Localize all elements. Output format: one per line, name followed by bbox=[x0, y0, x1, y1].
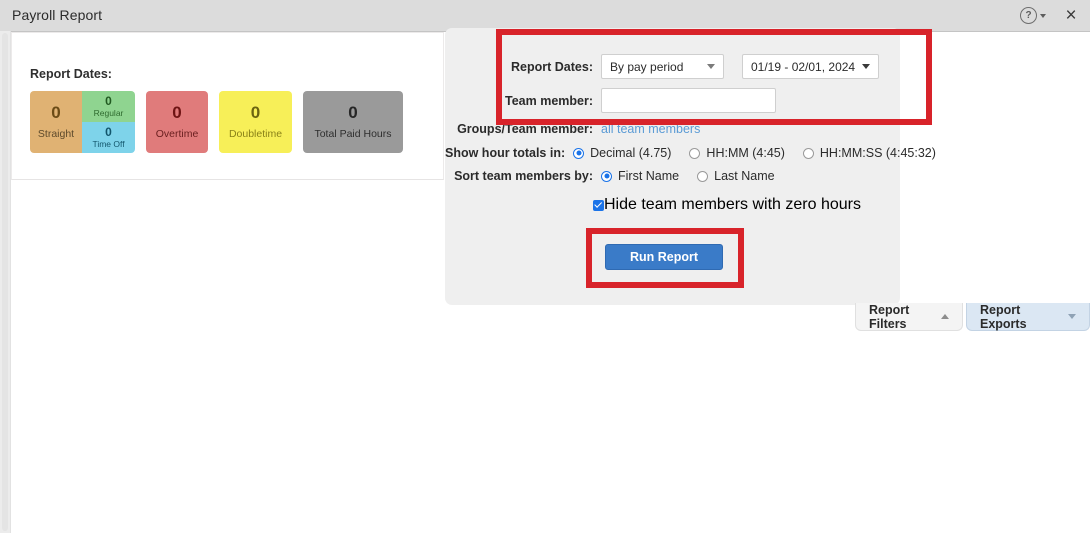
hide-zero-hours-row[interactable]: Hide team members with zero hours bbox=[593, 196, 861, 214]
chevron-down-icon bbox=[707, 64, 715, 69]
option-label: Decimal (4.75) bbox=[590, 146, 672, 160]
metric-value: 0 bbox=[172, 103, 182, 122]
titlebar-controls: ? × bbox=[1020, 0, 1082, 31]
check-icon bbox=[594, 200, 603, 208]
metric-card-overtime: 0 Overtime bbox=[146, 91, 208, 153]
date-range-value: 01/19 - 02/01, 2024 bbox=[751, 59, 856, 74]
pay-period-select[interactable]: By pay period bbox=[601, 54, 724, 79]
groups-team-member-row: Groups/Team member: all team members bbox=[445, 122, 900, 136]
pay-period-value: By pay period bbox=[610, 59, 684, 74]
summary-panel: Report Dates: 0 Straight 0 Regular 0 Tim… bbox=[11, 32, 444, 180]
metric-subcards: 0 Regular 0 Time Off bbox=[82, 91, 135, 153]
team-member-label: Team member: bbox=[505, 93, 593, 108]
metric-cards: 0 Straight 0 Regular 0 Time Off 0 Overti bbox=[30, 91, 403, 153]
metric-caption: Regular bbox=[93, 108, 124, 118]
chevron-down-icon bbox=[1068, 314, 1076, 319]
sort-option-last-name[interactable]: Last Name bbox=[697, 169, 775, 183]
tab-report-exports[interactable]: Report Exports bbox=[966, 303, 1090, 331]
radio-icon[interactable] bbox=[601, 170, 612, 182]
metric-caption: Total Paid Hours bbox=[314, 128, 392, 140]
radio-icon[interactable] bbox=[573, 147, 585, 159]
metric-card-total-paid-hours: 0 Total Paid Hours bbox=[303, 91, 403, 153]
help-icon: ? bbox=[1020, 7, 1037, 24]
page-title: Payroll Report bbox=[12, 7, 103, 23]
hour-totals-option-hhmm[interactable]: HH:MM (4:45) bbox=[689, 146, 785, 160]
all-team-members-link[interactable]: all team members bbox=[601, 122, 700, 136]
metric-card-doubletime: 0 Doubletime bbox=[219, 91, 292, 153]
chevron-down-icon bbox=[1040, 13, 1046, 18]
team-member-input[interactable] bbox=[601, 88, 776, 113]
metric-time-off: 0 Time Off bbox=[82, 122, 135, 153]
radio-icon[interactable] bbox=[697, 170, 709, 182]
sort-by-label: Sort team members by: bbox=[454, 169, 593, 183]
metric-value: 0 bbox=[348, 103, 358, 122]
sort-option-first-name[interactable]: First Name bbox=[601, 169, 679, 183]
metric-regular: 0 Regular bbox=[82, 91, 135, 122]
option-label: HH:MM (4:45) bbox=[706, 146, 785, 160]
report-dates-label: Report Dates: bbox=[511, 59, 593, 74]
sort-by-row: Sort team members by: First Name Last Na… bbox=[445, 169, 900, 183]
radio-icon[interactable] bbox=[689, 147, 701, 159]
metric-caption: Straight bbox=[37, 128, 75, 140]
metric-value: 0 bbox=[51, 103, 61, 122]
tab-report-filters[interactable]: Report Filters bbox=[855, 303, 963, 331]
metric-card-straight: 0 Straight 0 Regular 0 Time Off bbox=[30, 91, 135, 153]
metric-straight: 0 Straight bbox=[30, 91, 82, 153]
tab-label: Report Filters bbox=[869, 302, 910, 331]
run-report-button[interactable]: Run Report bbox=[605, 244, 723, 270]
option-label: Last Name bbox=[714, 169, 775, 183]
groups-team-member-label: Groups/Team member: bbox=[457, 122, 593, 136]
metric-caption: Doubletime bbox=[228, 128, 283, 140]
scrollbar-thumb[interactable] bbox=[2, 33, 8, 531]
hide-zero-hours-label: Hide team members with zero hours bbox=[604, 196, 861, 213]
close-icon[interactable]: × bbox=[1060, 5, 1082, 27]
radio-icon[interactable] bbox=[802, 147, 814, 159]
metric-value: 0 bbox=[250, 103, 261, 122]
option-label: First Name bbox=[618, 169, 680, 183]
metric-value: 0 bbox=[105, 125, 112, 139]
chevron-up-icon bbox=[941, 314, 949, 319]
report-dates-row: Report Dates: By pay period 01/19 - 02/0… bbox=[445, 54, 900, 79]
left-scrollbar[interactable] bbox=[0, 31, 11, 533]
date-range-select[interactable]: 01/19 - 02/01, 2024 bbox=[742, 54, 879, 79]
summary-label: Report Dates: bbox=[30, 67, 112, 81]
hour-totals-option-hhmmss[interactable]: HH:MM:SS (4:45:32) bbox=[802, 146, 936, 160]
payroll-report-window: Payroll Report ? × Report Dates: 0 Strai… bbox=[0, 0, 1090, 533]
hour-totals-row: Show hour totals in: Decimal (4.75) HH:M… bbox=[445, 146, 936, 160]
tab-label: Report Exports bbox=[980, 302, 1027, 331]
metric-caption: Time Off bbox=[92, 139, 125, 149]
metric-value: 0 bbox=[105, 94, 112, 108]
checkbox-icon[interactable] bbox=[593, 199, 604, 211]
help-menu-button[interactable]: ? bbox=[1020, 7, 1046, 24]
option-label: HH:MM:SS (4:45:32) bbox=[819, 146, 936, 160]
chevron-down-icon bbox=[862, 64, 870, 69]
metric-caption: Overtime bbox=[155, 128, 199, 140]
hour-totals-label: Show hour totals in: bbox=[445, 146, 566, 160]
team-member-row: Team member: bbox=[445, 88, 900, 113]
hour-totals-option-decimal[interactable]: Decimal (4.75) bbox=[573, 146, 671, 160]
report-filters-panel: Report Dates: By pay period 01/19 - 02/0… bbox=[445, 28, 936, 305]
